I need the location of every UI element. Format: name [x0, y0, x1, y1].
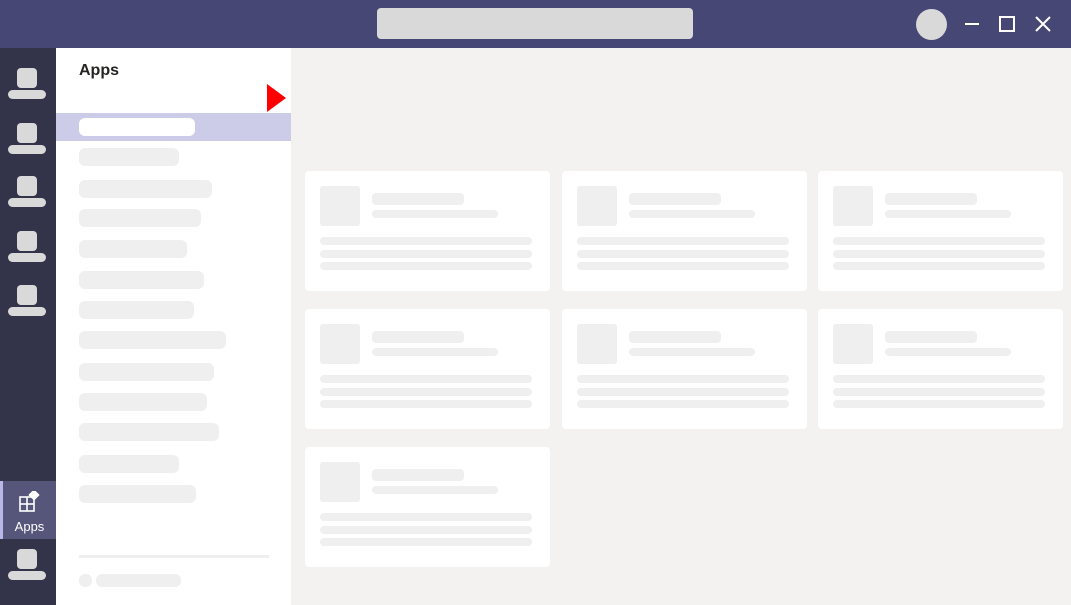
minimize-icon[interactable]: [960, 12, 984, 36]
app-icon-skeleton: [833, 324, 873, 364]
app-description-skeleton: [833, 250, 1045, 258]
panel-title: Apps: [79, 62, 119, 79]
app-subtitle-skeleton: [372, 486, 498, 494]
main-content: [291, 48, 1071, 605]
app-subtitle-skeleton: [629, 348, 755, 356]
list-item[interactable]: [79, 485, 196, 503]
close-icon[interactable]: [1031, 12, 1055, 36]
app-description-skeleton: [833, 388, 1045, 396]
apps-panel: Apps: [56, 48, 291, 605]
rail-item-apps[interactable]: Apps: [0, 481, 56, 539]
app-description-skeleton: [320, 513, 532, 521]
app-subtitle-skeleton: [372, 348, 498, 356]
app-icon-skeleton: [577, 186, 617, 226]
app-description-skeleton: [833, 237, 1045, 245]
app-title-skeleton: [372, 193, 464, 205]
app-description-skeleton: [320, 388, 532, 396]
app-description-skeleton: [320, 250, 532, 258]
app-title-skeleton: [885, 331, 977, 343]
app-title-skeleton: [372, 469, 464, 481]
app-icon-skeleton: [577, 324, 617, 364]
footer-icon-skeleton: [79, 574, 92, 587]
app-card[interactable]: [818, 171, 1063, 291]
list-item[interactable]: [79, 148, 179, 166]
avatar[interactable]: [916, 9, 947, 40]
app-description-skeleton: [320, 538, 532, 546]
app-description-skeleton: [833, 400, 1045, 408]
list-item[interactable]: [79, 393, 207, 411]
list-item[interactable]: [79, 240, 187, 258]
rail-item[interactable]: [0, 158, 56, 214]
app-description-skeleton: [320, 400, 532, 408]
app-title-skeleton: [372, 331, 464, 343]
rail-item[interactable]: [0, 48, 56, 104]
app-description-skeleton: [577, 262, 789, 270]
list-item-selected[interactable]: [56, 113, 291, 141]
apps-icon: [19, 491, 40, 512]
app-description-skeleton: [577, 375, 789, 383]
app-card[interactable]: [562, 171, 807, 291]
app-card[interactable]: [305, 447, 550, 567]
app-card[interactable]: [818, 309, 1063, 429]
pointer-marker-icon: [267, 84, 286, 112]
app-title-skeleton: [629, 193, 721, 205]
app-card[interactable]: [305, 309, 550, 429]
list-item[interactable]: [79, 301, 194, 319]
list-item[interactable]: [79, 209, 201, 227]
rail-item[interactable]: [0, 104, 56, 160]
app-subtitle-skeleton: [885, 348, 1011, 356]
list-item[interactable]: [79, 455, 179, 473]
apps-label: Apps: [14, 519, 45, 534]
rail-item[interactable]: [0, 539, 56, 595]
app-icon-skeleton: [320, 324, 360, 364]
app-description-skeleton: [577, 400, 789, 408]
app-description-skeleton: [833, 375, 1045, 383]
app-icon-skeleton: [320, 462, 360, 502]
app-icon-skeleton: [320, 186, 360, 226]
search-bar[interactable]: [377, 8, 693, 39]
app-description-skeleton: [577, 237, 789, 245]
app-icon-skeleton: [833, 186, 873, 226]
app-description-skeleton: [577, 388, 789, 396]
app-rail: Apps: [0, 48, 56, 605]
app-title-skeleton: [885, 193, 977, 205]
app-description-skeleton: [577, 250, 789, 258]
footer-link[interactable]: [96, 574, 181, 587]
title-bar: [0, 0, 1071, 48]
divider: [79, 555, 269, 558]
app-subtitle-skeleton: [372, 210, 498, 218]
app-description-skeleton: [320, 237, 532, 245]
app-description-skeleton: [320, 262, 532, 270]
app-subtitle-skeleton: [885, 210, 1011, 218]
list-item[interactable]: [79, 331, 226, 349]
app-description-skeleton: [320, 375, 532, 383]
app-subtitle-skeleton: [629, 210, 755, 218]
list-item[interactable]: [79, 363, 214, 381]
app-title-skeleton: [629, 331, 721, 343]
maximize-icon[interactable]: [995, 12, 1019, 36]
list-item[interactable]: [79, 423, 219, 441]
app-description-skeleton: [833, 262, 1045, 270]
list-item[interactable]: [79, 180, 212, 198]
list-item[interactable]: [79, 271, 204, 289]
app-card[interactable]: [562, 309, 807, 429]
app-card[interactable]: [305, 171, 550, 291]
app-description-skeleton: [320, 526, 532, 534]
rail-item[interactable]: [0, 267, 56, 323]
rail-item[interactable]: [0, 213, 56, 269]
